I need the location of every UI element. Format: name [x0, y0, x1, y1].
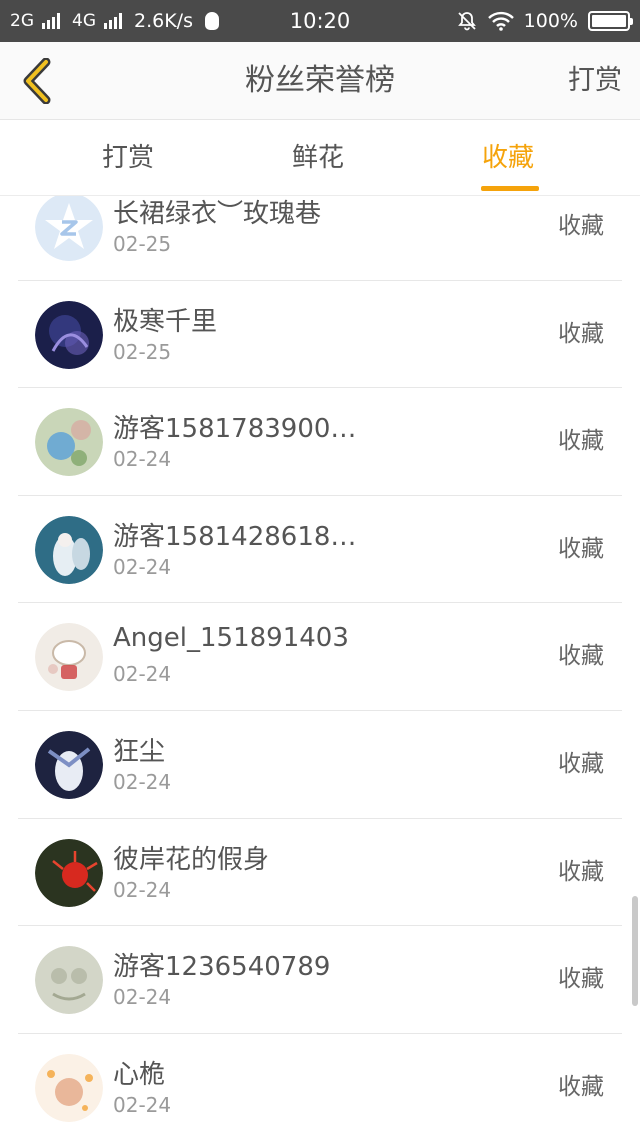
- user-name: 心桅: [113, 1059, 166, 1090]
- item-date: 02-25: [113, 339, 172, 364]
- list-item[interactable]: 游客1581428618… 02-24 收藏: [18, 496, 622, 604]
- signal-icon: [104, 13, 122, 29]
- item-date: 02-24: [113, 662, 172, 687]
- fan-list[interactable]: 长裙绿衣︶玫瑰巷 02-25 收藏 极寒千里 02-25 收藏 游客158178…: [0, 196, 640, 1138]
- list-item[interactable]: 游客1236540789 02-24 收藏: [18, 926, 622, 1034]
- user-name: Angel_151891403: [113, 623, 349, 654]
- fan-list-content: 长裙绿衣︶玫瑰巷 02-25 收藏 极寒千里 02-25 收藏 游客158178…: [0, 196, 640, 1138]
- user-name: 狂尘: [113, 736, 166, 767]
- item-date: 02-24: [113, 769, 172, 794]
- app-header: 粉丝荣誉榜 打赏: [0, 42, 640, 120]
- avatar: [35, 946, 103, 1015]
- user-name: 极寒千里: [113, 306, 218, 337]
- battery-percent: 100%: [523, 10, 578, 32]
- wifi-icon: [487, 11, 514, 31]
- tab-bar: 打赏 鲜花 收藏: [0, 120, 640, 196]
- network-speed: 2.6K/s: [134, 10, 193, 32]
- user-name: 彼岸花的假身: [113, 844, 270, 875]
- avatar: [35, 730, 103, 799]
- item-date: 02-25: [113, 232, 172, 256]
- list-item[interactable]: 狂尘 02-24 收藏: [18, 711, 622, 819]
- active-tab-indicator: [481, 186, 539, 191]
- list-item[interactable]: 游客1581783900… 02-24 收藏: [18, 388, 622, 496]
- avatar: [35, 300, 103, 369]
- list-item[interactable]: 彼岸花的假身 02-24 收藏: [18, 819, 622, 927]
- status-bar: 2G 4G 2.6K/s 10:20 100%: [0, 0, 640, 42]
- status-left: 2G 4G 2.6K/s: [10, 10, 270, 32]
- list-item[interactable]: 心桅 02-24 收藏: [18, 1034, 622, 1138]
- network-2g-label: 2G: [10, 11, 34, 31]
- avatar: [35, 408, 103, 477]
- screen: 2G 4G 2.6K/s 10:20 100% 粉丝荣誉榜 打赏 打赏 鲜花 收…: [0, 0, 640, 1138]
- status-right: 100%: [456, 10, 633, 32]
- item-date: 02-24: [113, 447, 172, 472]
- signal-icon: [42, 13, 60, 29]
- avatar: [35, 515, 103, 584]
- scrollbar-thumb[interactable]: [632, 896, 638, 1006]
- item-type: 收藏: [558, 535, 604, 562]
- avatar: [35, 838, 103, 907]
- list-item[interactable]: Angel_151891403 02-24 收藏: [18, 603, 622, 711]
- item-type: 收藏: [558, 643, 604, 670]
- user-name: 游客1581428618…: [113, 521, 357, 552]
- page-title: 粉丝荣誉榜: [245, 63, 395, 98]
- item-date: 02-24: [113, 1092, 172, 1117]
- item-type: 收藏: [558, 320, 604, 347]
- user-name: 游客1581783900…: [113, 414, 357, 445]
- item-type: 收藏: [558, 858, 604, 885]
- avatar: [35, 196, 103, 261]
- tab-reward[interactable]: 打赏: [102, 120, 154, 196]
- avatar: [35, 1053, 103, 1122]
- tab-flowers[interactable]: 鲜花: [292, 120, 344, 196]
- user-name: 长裙绿衣︶玫瑰巷: [113, 199, 322, 229]
- qq-icon: [204, 12, 219, 30]
- item-type: 收藏: [558, 213, 604, 239]
- item-date: 02-24: [113, 985, 172, 1010]
- item-type: 收藏: [558, 750, 604, 777]
- reward-button[interactable]: 打赏: [568, 42, 622, 120]
- item-date: 02-24: [113, 554, 172, 579]
- mute-bell-icon: [457, 12, 476, 31]
- list-item[interactable]: 长裙绿衣︶玫瑰巷 02-25 收藏: [18, 196, 622, 281]
- item-type: 收藏: [558, 1073, 604, 1100]
- network-4g-label: 4G: [72, 11, 96, 31]
- user-name: 游客1236540789: [113, 952, 331, 983]
- list-item[interactable]: 极寒千里 02-25 收藏: [18, 281, 622, 389]
- item-type: 收藏: [558, 966, 604, 993]
- tab-favorites[interactable]: 收藏: [482, 120, 534, 196]
- item-date: 02-24: [113, 877, 172, 902]
- battery-icon: [588, 11, 633, 31]
- item-type: 收藏: [558, 428, 604, 455]
- avatar: [35, 623, 103, 692]
